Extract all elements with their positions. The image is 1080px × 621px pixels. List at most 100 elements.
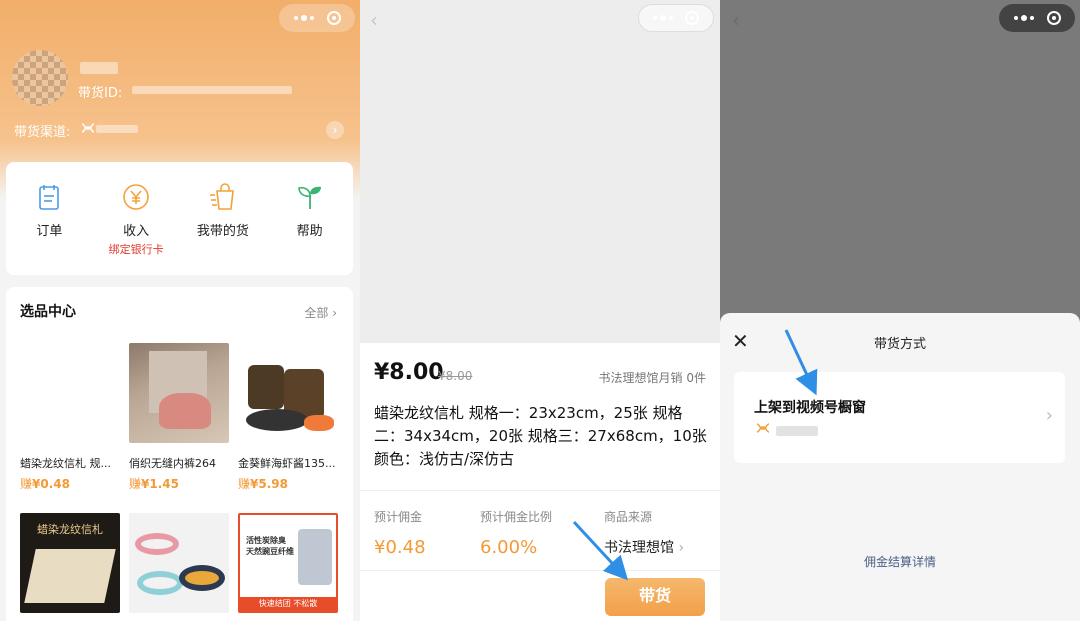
product-image (129, 513, 229, 613)
shrimp-shape (304, 415, 334, 431)
divider (360, 490, 720, 491)
product-image-area (360, 0, 720, 343)
product-image: 蜡染龙纹信札 (20, 513, 120, 613)
image-caption: 活性炭除臭天然豌豆纤维 (246, 535, 306, 557)
product-image (238, 343, 338, 443)
earn-prefix: 赚 (20, 477, 33, 491)
menu-label: 订单 (36, 224, 63, 239)
mini-program-capsule[interactable] (279, 4, 355, 32)
more-dots-icon[interactable] (653, 15, 673, 21)
commission-stat: 预计佣金 ¥0.48 (374, 508, 426, 558)
back-chevron-icon[interactable]: ‹ (732, 8, 740, 32)
more-dots-icon[interactable] (293, 15, 314, 21)
menu-orders[interactable]: 订单 (6, 182, 93, 275)
product-name: 蜡染龙纹信札 规... (20, 457, 111, 470)
panel-promote-method: ‹ ✕ 带货方式 上架到视频号橱窗 › 佣金结算详情 (720, 0, 1080, 621)
source-value: 书法理想馆 › (604, 537, 684, 557)
product-card[interactable]: 俏织无缝内裤264 赚¥1.45 (129, 343, 229, 492)
stat-label: 预计佣金 (374, 510, 423, 524)
mini-program-capsule[interactable] (638, 4, 714, 32)
earn-value: ¥5.98 (250, 477, 288, 491)
bind-bank-card-link[interactable]: 绑定银行卡 (93, 241, 180, 257)
menu-income[interactable]: 收入 绑定银行卡 (93, 182, 180, 275)
menu-card: 订单 收入 绑定银行卡 我带的货 帮助 (6, 162, 353, 275)
basin-shape (179, 565, 225, 591)
stat-label: 预计佣金比例 (480, 510, 553, 524)
selection-center-card: 选品中心 全部 › 蜡染龙纹信札 规... 赚¥0.48 俏织无缝内裤264 赚… (6, 287, 353, 621)
stat-value: 6.00% (480, 537, 538, 558)
product-title: 蜡染龙纹信札 规格一：23x23cm，25张 规格二：34x34cm，20张 规… (374, 404, 707, 468)
product-image (20, 343, 120, 443)
avatar[interactable] (12, 50, 68, 106)
id-label: 带货ID: (78, 86, 123, 101)
panel-product-detail: ‹ ¥8.00 ¥8.00 书法理想馆月销 0件 蜡染龙纹信札 规格一：23x2… (360, 0, 720, 621)
dish-shape (246, 409, 308, 431)
product-price: ¥8.00 (374, 360, 444, 385)
product-card[interactable] (129, 513, 229, 613)
channel-label: 带货渠道: (14, 125, 71, 140)
promote-button[interactable]: 带货 (605, 578, 705, 616)
divider (360, 570, 720, 571)
order-list-icon (6, 182, 93, 212)
product-card[interactable]: 活性炭除臭天然豌豆纤维 快速结团 不松散 (238, 513, 338, 613)
monthly-sales: 书法理想馆月销 0件 (598, 371, 706, 385)
option-title: 上架到视频号橱窗 (754, 400, 866, 416)
product-image (129, 343, 229, 443)
channels-icon (80, 122, 96, 138)
product-card[interactable]: 蜡染龙纹信札 (20, 513, 120, 613)
more-dots-icon[interactable] (1013, 15, 1034, 21)
sheet-title: 带货方式 (873, 337, 926, 352)
product-earn: 赚¥1.45 (129, 475, 229, 492)
product-card[interactable]: 金葵鲜海虾酱135... 赚¥5.98 (238, 343, 338, 492)
close-miniprogram-icon[interactable] (685, 11, 699, 25)
product-name: 金葵鲜海虾酱135... (238, 457, 336, 470)
image-banner: 快速结团 不松散 (240, 597, 336, 611)
jar-shape (248, 365, 284, 409)
commission-ratio-stat: 预计佣金比例 6.00% (480, 508, 552, 558)
close-miniprogram-icon[interactable] (326, 11, 341, 25)
chevron-right-icon: › (332, 306, 337, 320)
blurred-user-name (80, 62, 118, 74)
basin-shape (137, 571, 183, 595)
blurred-channel-name (776, 426, 818, 436)
menu-help[interactable]: 帮助 (266, 182, 353, 275)
product-name: 俏织无缝内裤264 (129, 457, 216, 470)
selection-center-title: 选品中心 (20, 304, 76, 320)
product-earn: 赚¥5.98 (238, 475, 338, 492)
commission-settlement-link[interactable]: 佣金结算详情 (720, 553, 1080, 570)
caption-line: 天然豌豆纤维 (246, 547, 294, 556)
product-source-stat[interactable]: 商品来源 书法理想馆 › (604, 508, 684, 557)
blurred-id-value (132, 86, 292, 94)
menu-my-goods[interactable]: 我带的货 (180, 182, 267, 275)
channel-arrow-icon[interactable]: › (326, 121, 344, 139)
package-shape (298, 529, 332, 585)
menu-label: 我带的货 (196, 224, 249, 239)
back-chevron-icon[interactable]: ‹ (370, 8, 378, 32)
menu-label: 帮助 (296, 224, 323, 239)
source-name: 书法理想馆 (604, 540, 674, 556)
paper-shape (24, 549, 116, 603)
option-channels-showcase[interactable]: 上架到视频号橱窗 › (734, 372, 1065, 463)
close-miniprogram-icon[interactable] (1046, 11, 1061, 25)
product-earn: 赚¥0.48 (20, 475, 120, 492)
channels-icon (754, 422, 772, 438)
chevron-right-icon: › (678, 540, 685, 556)
menu-label: 收入 (123, 224, 150, 239)
garment-shape (159, 393, 211, 429)
bottom-sheet: ✕ 带货方式 上架到视频号橱窗 › 佣金结算详情 (720, 313, 1080, 621)
yen-coin-icon (93, 182, 180, 212)
product-card[interactable]: 蜡染龙纹信札 规... 赚¥0.48 (20, 343, 120, 492)
screenshot-root: 带货ID: 带货渠道: › 订单 收入 绑定银行卡 我带的货 帮助 选品中心 全… (0, 0, 1080, 621)
stat-label: 商品来源 (604, 510, 653, 524)
shopping-bag-icon (180, 182, 267, 212)
image-caption: 蜡染龙纹信札 (37, 523, 103, 536)
sprout-icon (266, 182, 353, 212)
basin-shape (135, 533, 179, 555)
mini-program-capsule[interactable] (999, 4, 1075, 32)
stat-value: ¥0.48 (374, 537, 426, 558)
caption-line: 活性炭除臭 (246, 536, 286, 545)
view-all-link[interactable]: 全部 › (304, 304, 337, 321)
earn-prefix: 赚 (238, 477, 251, 491)
earn-prefix: 赚 (129, 477, 142, 491)
view-all-label: 全部 (304, 306, 329, 320)
